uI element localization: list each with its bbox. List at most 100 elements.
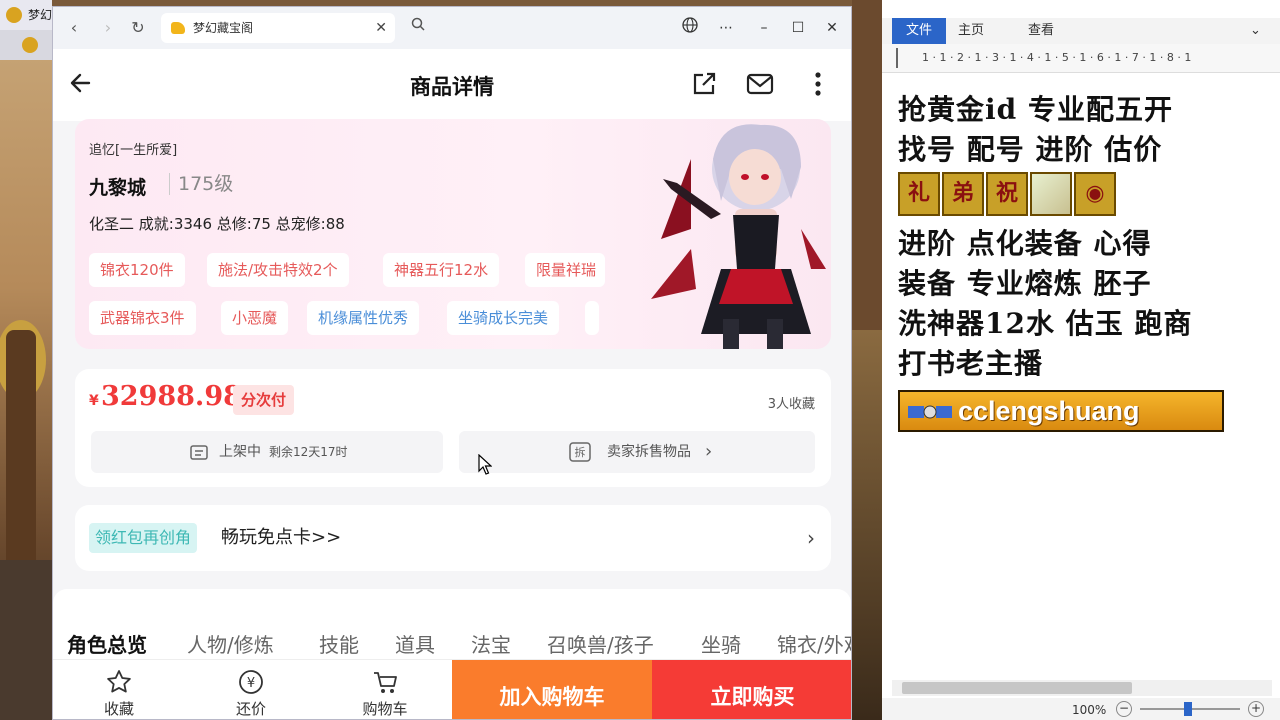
satellite-icon	[908, 405, 952, 419]
browser-tab-active[interactable]: 梦幻藏宝阁 ✕	[161, 13, 395, 43]
doc-line: 进阶 点化装备 心得	[898, 227, 1152, 260]
doc-line: 找号 配号 进阶 估价	[898, 133, 1163, 166]
zoom-in-button[interactable]: +	[1248, 701, 1264, 717]
buy-now-button[interactable]: 立即购买	[652, 660, 851, 719]
role-stats: 化圣二 成就:3346 总修:75 总宠修:88	[89, 215, 345, 233]
mouse-cursor-icon	[478, 454, 492, 475]
background-stone-wall	[0, 560, 52, 720]
tab-outfits[interactable]: 锦衣/外观	[777, 629, 851, 658]
site-favicon-icon	[171, 22, 185, 34]
listing-status: 上架中	[219, 444, 261, 460]
horizontal-scrollbar[interactable]	[892, 680, 1272, 696]
background-browser-tab[interactable]: 梦幻	[0, 0, 52, 30]
role-tag: 机缘属性优秀	[307, 301, 420, 335]
globe-icon[interactable]	[679, 17, 701, 39]
doc-line: 装备 专业熔炼 胚子	[898, 267, 1152, 300]
zoom-out-button[interactable]: −	[1116, 701, 1132, 717]
background-game-scene	[0, 0, 52, 720]
indent-marker-icon[interactable]	[896, 48, 908, 68]
favorite-count: 3人收藏	[767, 397, 815, 412]
favorite-button[interactable]: 收藏	[79, 660, 159, 719]
zoom-level: 100%	[1072, 703, 1107, 717]
role-nickname: 追忆[一生所爱]	[89, 143, 178, 158]
ribbon-file-tab[interactable]: 文件	[892, 18, 947, 44]
emote-icon: ◉	[1074, 172, 1116, 216]
back-nav-icon[interactable]: ‹	[63, 17, 85, 39]
seller-split-items-box[interactable]: 拆 卖家拆售物品 ›	[459, 431, 815, 473]
character-avatar-image	[651, 124, 826, 349]
ribbon-collapse-icon[interactable]: ⌄	[1250, 18, 1261, 44]
yuan-coin-icon: ¥	[239, 670, 263, 694]
browser-tab-title: 梦幻藏宝阁	[193, 21, 254, 35]
message-icon[interactable]	[745, 69, 777, 101]
role-tag: 小恶魔	[221, 301, 289, 335]
tab-items[interactable]: 道具	[395, 629, 435, 658]
zoom-slider-handle[interactable]	[1184, 702, 1192, 716]
tab-mounts[interactable]: 坐骑	[701, 629, 741, 658]
role-server: 九黎城	[89, 177, 147, 199]
browser-window: ‹ › ↻ 梦幻藏宝阁 ✕ ⋯ – ☐ ✕ 商品详情 追忆[一生所爱] 九黎城 …	[52, 6, 852, 720]
forward-nav-icon[interactable]: ›	[97, 17, 119, 39]
shelf-icon	[190, 445, 208, 460]
svg-text:¥: ¥	[247, 676, 255, 691]
chevron-right-icon: ›	[807, 526, 815, 550]
more-options-icon[interactable]	[803, 69, 835, 101]
doc-line: 打书老主播	[898, 347, 1044, 380]
star-icon	[107, 670, 131, 693]
close-window-icon[interactable]: ✕	[821, 17, 843, 39]
split-icon: 拆	[569, 442, 591, 462]
emote-row: 礼 弟 祝 ◉	[898, 172, 1238, 220]
role-info-card[interactable]: 追忆[一生所爱] 九黎城 175级 化圣二 成就:3346 总修:75 总宠修:…	[75, 119, 831, 349]
background-browser-tab-2[interactable]	[0, 30, 52, 60]
ribbon-view-tab[interactable]: 查看	[1028, 18, 1054, 44]
emote-icon: 祝	[986, 172, 1028, 216]
minimize-icon[interactable]: –	[753, 17, 775, 39]
emote-icon: 弟	[942, 172, 984, 216]
role-tag: 坐骑成长完美	[447, 301, 560, 335]
doc-titlebar	[882, 0, 1280, 18]
tab-pets[interactable]: 召唤兽/孩子	[547, 629, 654, 658]
share-icon[interactable]	[689, 69, 721, 101]
doc-line: 洗神器12水 估玉 跑商	[898, 307, 1193, 340]
browser-toolbar: ‹ › ↻ 梦幻藏宝阁 ✕ ⋯ – ☐ ✕	[53, 7, 851, 49]
reload-icon[interactable]: ↻	[127, 17, 149, 39]
search-icon[interactable]	[411, 17, 425, 35]
cart-button[interactable]: 购物车	[343, 660, 427, 719]
add-to-cart-button[interactable]: 加入购物车	[452, 660, 652, 719]
listing-status-box: 上架中 剩余12天17时	[91, 431, 443, 473]
more-menu-icon[interactable]: ⋯	[715, 17, 737, 39]
page-header: 商品详情	[53, 49, 851, 121]
scrollbar-thumb[interactable]	[902, 682, 1132, 694]
price-card: ¥ 32988.98 分次付 3人收藏 上架中 剩余12天17时 拆 卖家拆售物…	[75, 369, 831, 487]
tab-skills[interactable]: 技能	[319, 629, 359, 658]
chevron-right-icon: ›	[705, 441, 713, 462]
split-label: 卖家拆售物品	[607, 444, 691, 460]
doc-content[interactable]: 抢黄金id 专业配五开 找号 配号 进阶 估价 礼 弟 祝 ◉ 进阶 点化装备 …	[898, 90, 1238, 432]
page-title: 商品详情	[410, 75, 494, 99]
doc-statusbar: 100% − +	[882, 698, 1280, 720]
tab-role-overview[interactable]: 角色总览	[67, 629, 147, 658]
svg-text:拆: 拆	[575, 445, 586, 459]
doc-ribbon: 文件 主页 查看 ⌄	[882, 18, 1280, 45]
dragon-emote-icon	[1030, 172, 1072, 216]
product-detail-page: 商品详情 追忆[一生所爱] 九黎城 175级 化圣二 成就:3346 总修:75…	[53, 49, 851, 719]
tab-treasure[interactable]: 法宝	[471, 629, 511, 658]
background-game-scene-right	[852, 0, 882, 720]
installment-badge[interactable]: 分次付	[233, 385, 295, 415]
detail-tabs: 角色总览 人物/修炼 技能 道具 法宝 召唤兽/孩子 坐骑 锦衣/外观	[53, 589, 851, 659]
ribbon-home-tab[interactable]: 主页	[958, 18, 984, 44]
promo-text: 畅玩免点卡>>	[221, 527, 342, 548]
emote-icon: 礼	[898, 172, 940, 216]
maximize-icon[interactable]: ☐	[787, 17, 809, 39]
game-logo-icon	[22, 37, 38, 53]
role-tag: 施法/攻击特效2个	[207, 253, 349, 287]
bargain-button[interactable]: ¥ 还价	[211, 660, 291, 719]
role-tag: 武器锦衣3件	[89, 301, 196, 335]
promo-badge: 领红包再创角	[89, 523, 198, 553]
streamer-banner: cclengshuang	[898, 390, 1224, 432]
doc-ruler: 1 · 1 · 2 · 1 · 3 · 1 · 4 · 1 · 5 · 1 · …	[882, 44, 1280, 73]
tab-character[interactable]: 人物/修炼	[187, 629, 274, 658]
close-tab-icon[interactable]: ✕	[375, 13, 387, 43]
role-tag: 锦衣120件	[89, 253, 185, 287]
promo-card[interactable]: 领红包再创角 畅玩免点卡>> ›	[75, 505, 831, 571]
